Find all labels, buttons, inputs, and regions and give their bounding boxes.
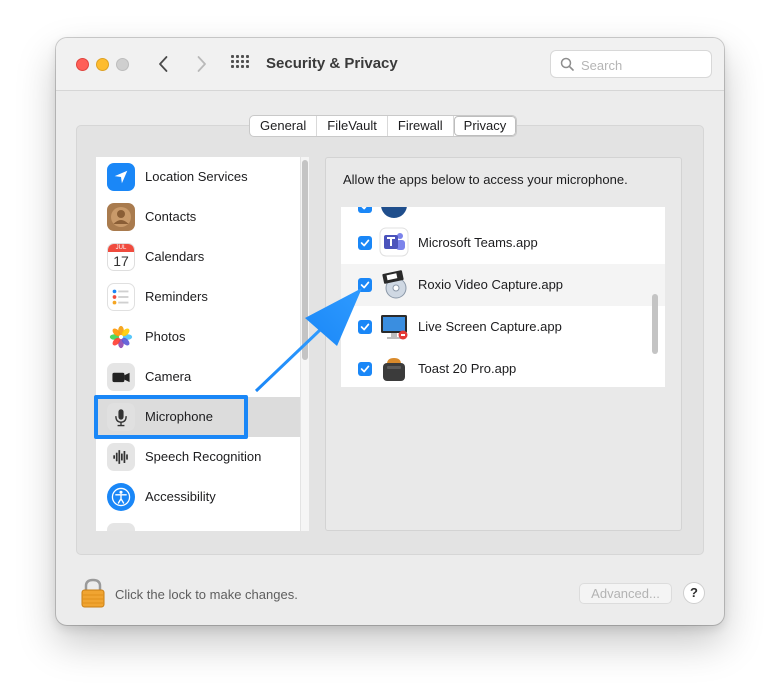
sidebar-item-label: Accessibility — [145, 489, 216, 504]
sidebar-item-label: Location Services — [145, 169, 248, 184]
sidebar-item-label: Contacts — [145, 209, 197, 224]
sidebar-item-label: Speech Recognition — [145, 449, 262, 464]
tab-bar: General FileVault Firewall Privacy — [249, 115, 518, 137]
list-item-microsoft-teams[interactable]: Microsoft Teams.app — [341, 222, 665, 264]
sidebar-item-label: Photos — [145, 329, 186, 344]
sidebar-item-label: Camera — [145, 369, 192, 384]
photos-icon — [107, 323, 135, 351]
partial-icon — [107, 523, 135, 531]
sidebar-item-photos[interactable]: Photos — [96, 317, 300, 357]
calendar-day: 17 — [113, 253, 129, 269]
sidebar-item-contacts[interactable]: Contacts — [96, 197, 300, 237]
zoom-window-button[interactable] — [116, 58, 129, 71]
checkmark-icon — [360, 323, 370, 331]
sidebar-item-partial[interactable] — [96, 517, 300, 531]
sidebar-item-label: Microphone — [145, 409, 213, 424]
microphone-icon — [107, 403, 135, 431]
app-list: Microsoft Teams.app Roxio Video Capture.… — [341, 207, 665, 387]
search-icon — [560, 57, 574, 71]
video-capture-icon — [382, 270, 407, 299]
sidebar-item-camera[interactable]: Camera — [96, 357, 300, 397]
checkmark-icon — [360, 365, 370, 373]
app-checkbox[interactable] — [358, 207, 372, 213]
list-item-roxio-video-capture[interactable]: Roxio Video Capture.app — [341, 264, 665, 306]
forward-button[interactable] — [190, 53, 212, 75]
app-checkbox[interactable] — [358, 362, 372, 376]
app-name: Microsoft Teams.app — [418, 235, 538, 250]
screen-capture-icon — [381, 315, 408, 340]
chevron-left-icon — [159, 56, 168, 72]
sidebar-item-label: Calendars — [145, 249, 205, 264]
sidebar-item-speech-recognition[interactable]: Speech Recognition — [96, 437, 300, 477]
app-checkbox[interactable] — [358, 278, 372, 292]
minimize-window-button[interactable] — [96, 58, 109, 71]
close-window-button[interactable] — [76, 58, 89, 71]
camera-icon — [107, 363, 135, 391]
search-field[interactable]: Search — [550, 50, 712, 78]
app-name: Live Screen Capture.app — [418, 319, 562, 334]
sidebar-item-calendars[interactable]: JUL 17 Calendars — [96, 237, 300, 277]
app-name: Roxio Video Capture.app — [418, 277, 564, 292]
sidebar-item-reminders[interactable]: Reminders — [96, 277, 300, 317]
calendar-icon: JUL 17 — [107, 243, 135, 271]
accessibility-icon — [107, 483, 135, 511]
sidebar-scrollbar[interactable] — [301, 157, 309, 531]
tab-general[interactable]: General — [250, 116, 318, 136]
advanced-button[interactable]: Advanced... — [579, 583, 672, 604]
sidebar-item-location-services[interactable]: Location Services — [96, 157, 300, 197]
app-checkbox[interactable] — [358, 320, 372, 334]
reminders-icon — [107, 283, 135, 311]
calendar-month: JUL — [108, 244, 134, 252]
speech-waveform-icon — [107, 443, 135, 471]
lock-label: Click the lock to make changes. — [115, 587, 298, 602]
preferences-window: Security & Privacy Search General FileVa… — [56, 38, 724, 625]
tab-filevault[interactable]: FileVault — [317, 116, 388, 136]
window-title: Security & Privacy — [266, 55, 398, 72]
list-item-live-screen-capture[interactable]: Live Screen Capture.app — [341, 306, 665, 348]
sidebar-item-accessibility[interactable]: Accessibility — [96, 477, 300, 517]
contacts-icon — [107, 203, 135, 231]
chevron-right-icon — [197, 56, 206, 72]
toast-icon — [383, 358, 405, 381]
app-list-scrollbar[interactable] — [652, 294, 658, 354]
sidebar-item-label: Reminders — [145, 289, 208, 304]
search-placeholder: Search — [581, 58, 623, 73]
back-button[interactable] — [153, 53, 175, 75]
app-checkbox[interactable] — [358, 236, 372, 250]
teams-icon — [379, 227, 409, 257]
lock-icon[interactable] — [80, 578, 106, 608]
help-button[interactable]: ? — [683, 582, 705, 604]
location-arrow-icon — [107, 163, 135, 191]
checkmark-icon — [360, 239, 370, 247]
tab-firewall[interactable]: Firewall — [388, 116, 454, 136]
show-all-grid-button[interactable] — [231, 55, 251, 73]
privacy-sidebar: Location Services Contacts JUL 17 Calend… — [96, 157, 300, 531]
sidebar-item-microphone[interactable]: Microphone — [96, 397, 300, 437]
checkmark-icon — [360, 281, 370, 289]
titlebar: Security & Privacy Search — [56, 38, 724, 91]
panel-description: Allow the apps below to access your micr… — [343, 172, 628, 187]
app-name: Toast 20 Pro.app — [418, 361, 517, 376]
app-icon — [381, 207, 407, 218]
list-item-toast-20-pro[interactable]: Toast 20 Pro.app — [341, 348, 665, 387]
tab-privacy[interactable]: Privacy — [453, 116, 517, 136]
